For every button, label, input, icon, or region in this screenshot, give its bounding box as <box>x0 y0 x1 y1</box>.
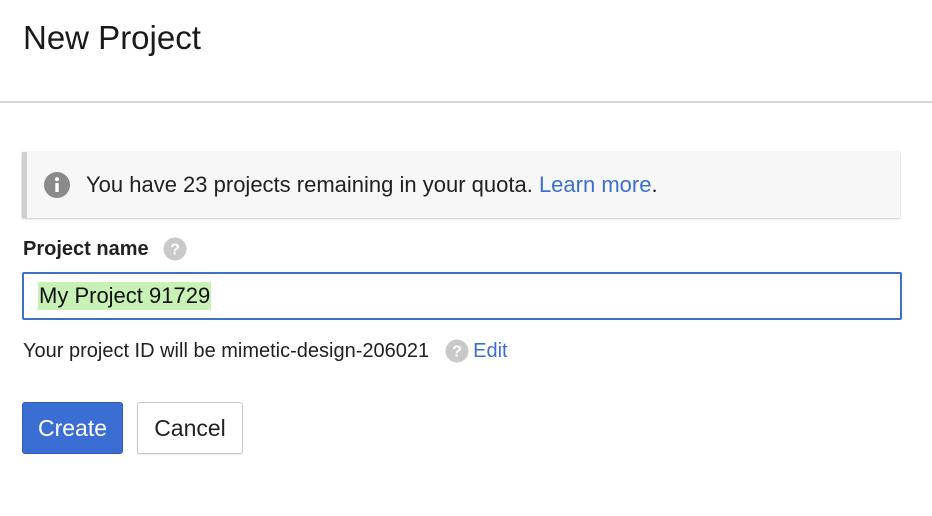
project-name-value: My Project 91729 <box>38 282 212 310</box>
project-id-row: Your project ID will be mimetic-design-2… <box>23 336 508 366</box>
quota-message-period: . <box>651 172 658 197</box>
quota-message: You have 23 projects remaining in your q… <box>86 171 658 199</box>
svg-text:?: ? <box>170 242 180 259</box>
new-project-page: New Project You have 23 projects remaini… <box>0 0 932 516</box>
learn-more-link[interactable]: Learn more <box>539 172 652 197</box>
project-name-label-row: Project name ? <box>23 234 187 264</box>
quota-notice: You have 23 projects remaining in your q… <box>22 152 900 218</box>
page-title: New Project <box>23 19 201 56</box>
header-divider <box>0 101 932 103</box>
edit-project-id-link[interactable]: Edit <box>473 340 507 363</box>
project-id-text: Your project ID will be mimetic-design-2… <box>23 339 430 362</box>
project-name-label: Project name <box>23 237 149 260</box>
quota-message-text: You have 23 projects remaining in your q… <box>86 172 533 197</box>
project-name-input[interactable]: My Project 91729 <box>22 272 902 320</box>
info-icon <box>44 172 70 198</box>
svg-text:?: ? <box>452 344 462 361</box>
create-button[interactable]: Create <box>22 402 123 454</box>
project-id-help-icon[interactable]: ? <box>445 339 469 363</box>
cancel-button[interactable]: Cancel <box>137 402 243 454</box>
project-name-help-icon[interactable]: ? <box>163 237 187 261</box>
